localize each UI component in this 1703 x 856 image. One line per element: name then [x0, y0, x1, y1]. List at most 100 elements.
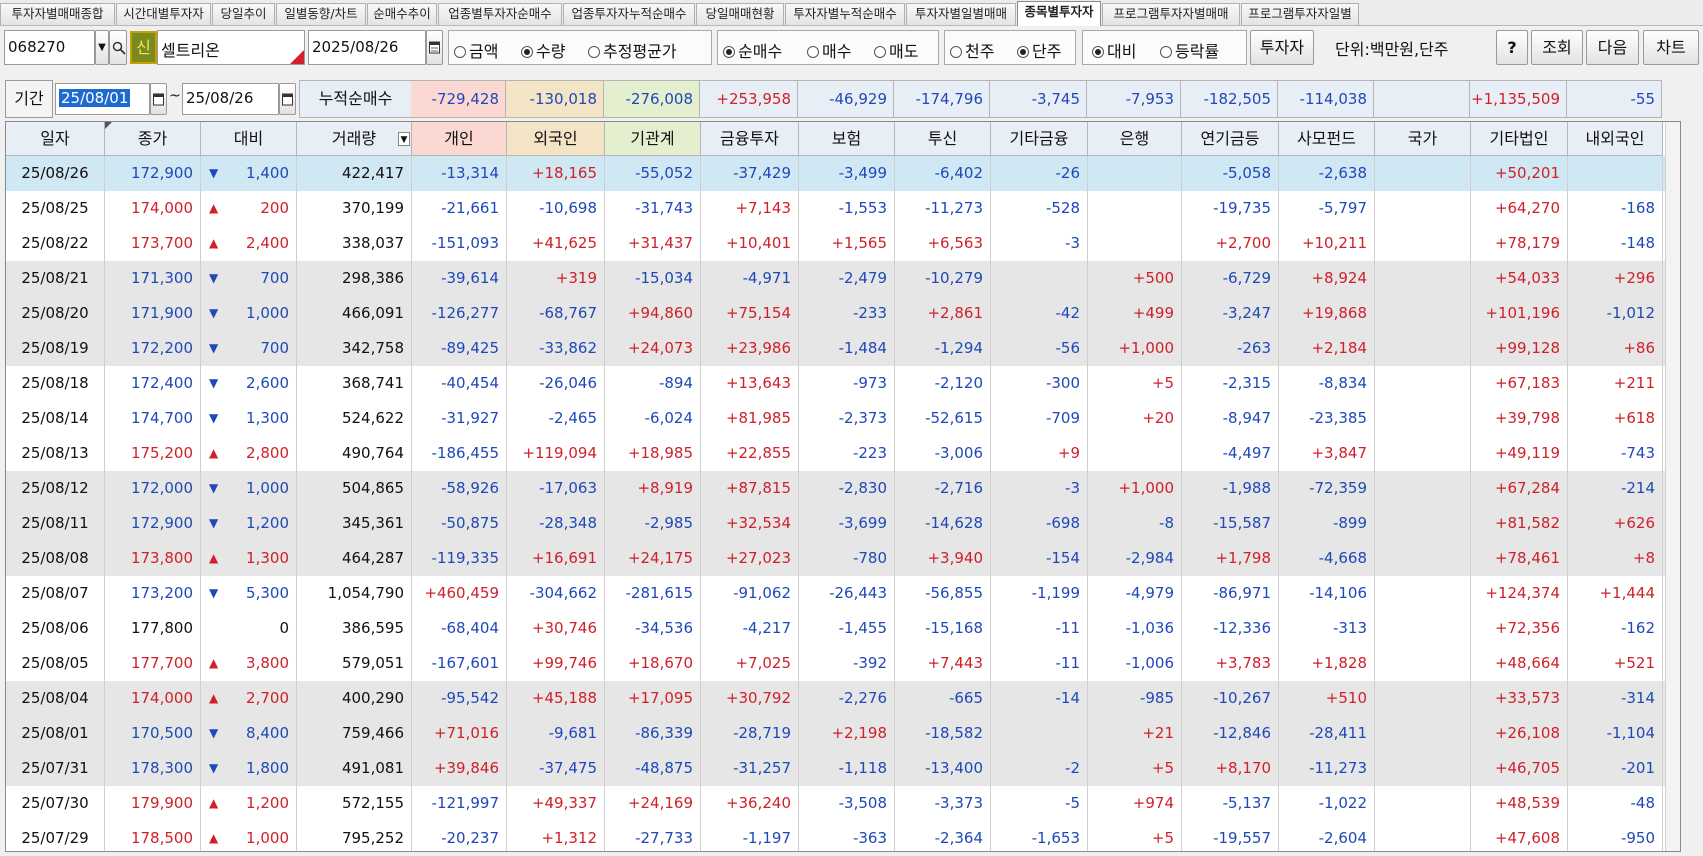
- query-button[interactable]: 조회: [1531, 30, 1583, 65]
- column-header-보험[interactable]: 보험: [799, 122, 895, 156]
- tab-8[interactable]: 투자자별누적순매수: [785, 3, 905, 25]
- cell-연기금등: -5,137: [1182, 786, 1279, 821]
- cell-value: -26,046: [539, 374, 597, 392]
- cell-value: +48,664: [1494, 654, 1560, 672]
- column-header-대비[interactable]: 대비: [201, 122, 297, 156]
- triangle-up-icon: ▲: [209, 831, 219, 845]
- trade-mode-option-0[interactable]: 순매수: [723, 38, 782, 62]
- amount-mode-option-0[interactable]: 금액: [454, 38, 498, 62]
- date-input[interactable]: 2025/08/26: [308, 30, 426, 65]
- new-badge[interactable]: 신: [130, 31, 157, 64]
- table-row[interactable]: 25/08/07 173,200 ▼ 5,300 1,054,790 +460,459 -3…: [6, 576, 1680, 611]
- column-header-개인[interactable]: 개인: [412, 122, 507, 156]
- amount-mode-option-1[interactable]: 수량: [521, 38, 565, 62]
- tab-10[interactable]: 종목별투자자: [1017, 1, 1101, 26]
- table-row[interactable]: 25/08/26 172,900 ▼ 1,400 422,417 -13,314 +18,1…: [6, 156, 1680, 191]
- table-row[interactable]: 25/08/25 174,000 ▲ 200 370,199 -21,661 -10,698…: [6, 191, 1680, 226]
- unit-mode-option-1[interactable]: 단주: [1017, 38, 1061, 62]
- period-from-input[interactable]: 25/08/01: [55, 83, 150, 115]
- table-row[interactable]: 25/08/20 171,900 ▼ 1,000 466,091 -126,277 -68,…: [6, 296, 1680, 331]
- trade-mode-option-2[interactable]: 매도: [874, 38, 918, 62]
- cell-value: -2,373: [838, 409, 887, 427]
- period-to-calendar-button[interactable]: [279, 83, 296, 115]
- table-row[interactable]: 25/07/30 179,900 ▲ 1,200 572,155 -121,997 +49,…: [6, 786, 1680, 821]
- tab-5[interactable]: 업종별투자자순매수: [438, 3, 562, 25]
- cumulative-value-은행: -7,953: [1087, 80, 1181, 118]
- tab-4[interactable]: 순매수추이: [367, 3, 437, 25]
- tab-3[interactable]: 일별동향/차트: [276, 3, 366, 25]
- vertical-scrollbar[interactable]: [1665, 122, 1680, 851]
- cell-value: -12,336: [1213, 619, 1271, 637]
- table-row[interactable]: 25/08/18 172,400 ▼ 2,600 368,741 -40,454 -26,0…: [6, 366, 1680, 401]
- cell-value: -2,604: [1318, 829, 1367, 847]
- tab-6[interactable]: 업종투자자누적순매수: [563, 3, 695, 25]
- tab-11[interactable]: 프로그램투자자별매매: [1102, 3, 1240, 25]
- table-row[interactable]: 25/08/14 174,700 ▼ 1,300 524,622 -31,927 -2,46…: [6, 401, 1680, 436]
- compare-mode-option-0[interactable]: 대비: [1092, 38, 1136, 62]
- cell-일자: 25/08/21: [6, 261, 105, 296]
- sort-dropdown-icon[interactable]: ▼: [398, 132, 410, 146]
- cell-value: 700: [260, 339, 289, 357]
- search-stock-button[interactable]: [109, 30, 127, 65]
- table-row[interactable]: 25/08/06 177,800 0 386,595 -68,404 +30,746 -34…: [6, 611, 1680, 646]
- cell-기타금융: -709: [991, 401, 1088, 436]
- compare-mode-option-1[interactable]: 등락률: [1160, 38, 1219, 62]
- column-header-기관계[interactable]: 기관계: [605, 122, 701, 156]
- table-row[interactable]: 25/08/04 174,000 ▲ 2,700 400,290 -95,542 +45,1…: [6, 681, 1680, 716]
- help-button[interactable]: ?: [1496, 30, 1528, 65]
- column-header-연기금등[interactable]: 연기금등: [1182, 122, 1279, 156]
- table-row[interactable]: 25/08/21 171,300 ▼ 700 298,386 -39,614 +319 -15…: [6, 261, 1680, 296]
- column-header-일자[interactable]: 일자: [6, 122, 105, 156]
- table-row[interactable]: 25/08/12 172,000 ▼ 1,000 504,865 -58,926 -17,0…: [6, 471, 1680, 506]
- investor-button[interactable]: 투자자: [1250, 30, 1314, 65]
- column-header-금융투자[interactable]: 금융투자: [701, 122, 799, 156]
- tab-1[interactable]: 시간대별투자자: [116, 3, 211, 25]
- table-row[interactable]: 25/08/22 173,700 ▲ 2,400 338,037 -151,093 +41,…: [6, 226, 1680, 261]
- column-header-외국인[interactable]: 외국인: [507, 122, 605, 156]
- cell-개인: -89,425: [412, 331, 507, 366]
- tab-9[interactable]: 투자자별일별매매: [906, 3, 1016, 25]
- table-row[interactable]: 25/08/08 173,800 ▲ 1,300 464,287 -119,335 +16,…: [6, 541, 1680, 576]
- trade-mode-option-1[interactable]: 매수: [807, 38, 851, 62]
- cell-일자: 25/08/05: [6, 646, 105, 681]
- unit-mode-option-0[interactable]: 천주: [950, 38, 994, 62]
- cell-개인: -21,661: [412, 191, 507, 226]
- table-row[interactable]: 25/07/29 178,500 ▲ 1,000 795,252 -20,237 +1,31…: [6, 821, 1680, 851]
- table-row[interactable]: 25/08/13 175,200 ▲ 2,800 490,764 -186,455 +119…: [6, 436, 1680, 471]
- tab-0[interactable]: 투자자별매매종합: [0, 3, 115, 25]
- cell-대비: ▲ 1,300: [201, 541, 297, 576]
- table-row[interactable]: 25/08/11 172,900 ▼ 1,200 345,361 -50,875 -28,3…: [6, 506, 1680, 541]
- table-row[interactable]: 25/08/05 177,700 ▲ 3,800 579,051 -167,601 +99,…: [6, 646, 1680, 681]
- cell-사모펀드: -4,668: [1279, 541, 1375, 576]
- column-header-투신[interactable]: 투신: [895, 122, 991, 156]
- date-calendar-button[interactable]: [426, 30, 443, 65]
- column-header-기타금융[interactable]: 기타금융: [991, 122, 1088, 156]
- period-from-calendar-button[interactable]: [150, 83, 167, 115]
- cell-value: -899: [1332, 514, 1367, 532]
- table-row[interactable]: 25/08/01 170,500 ▼ 8,400 759,466 +71,016 -9,68…: [6, 716, 1680, 751]
- stock-code-dropdown-button[interactable]: ▼: [95, 30, 109, 65]
- cell-일자: 25/08/25: [6, 191, 105, 226]
- column-header-사모펀드[interactable]: 사모펀드: [1279, 122, 1375, 156]
- cell-기타법인: +26,108: [1471, 716, 1568, 751]
- table-row[interactable]: 25/08/19 172,200 ▼ 700 342,758 -89,425 -33,862…: [6, 331, 1680, 366]
- column-header-국가[interactable]: 국가: [1375, 122, 1471, 156]
- stock-name-field[interactable]: 셀트리온: [157, 30, 305, 65]
- cell-금융투자: +7,025: [701, 646, 799, 681]
- tab-12[interactable]: 프로그램투자자일별: [1241, 3, 1359, 25]
- investor-trading-table[interactable]: 일자 종가 대비 거래량 ▼ 개인 외국인 기관계 금융투자 보험 투신 기타금융 은행 연기금등 사모펀드…: [5, 121, 1681, 852]
- column-header-내외국인[interactable]: 내외국인: [1568, 122, 1663, 156]
- stock-code-input[interactable]: 068270: [4, 30, 95, 65]
- period-to-input[interactable]: 25/08/26: [182, 83, 279, 115]
- tab-7[interactable]: 당일매매현황: [696, 3, 784, 25]
- amount-mode-option-2[interactable]: 추정평균가: [588, 38, 677, 62]
- table-row[interactable]: 25/07/31 178,300 ▼ 1,800 491,081 +39,846 -37,4…: [6, 751, 1680, 786]
- column-header-거래량[interactable]: 거래량 ▼: [297, 122, 412, 156]
- next-button[interactable]: 다음: [1586, 30, 1639, 65]
- tab-2[interactable]: 당일추이: [212, 3, 275, 25]
- column-header-기타법인[interactable]: 기타법인: [1471, 122, 1568, 156]
- cell-value: 173,700: [130, 234, 193, 252]
- chart-button[interactable]: 차트: [1643, 30, 1699, 65]
- column-header-종가[interactable]: 종가: [105, 122, 201, 156]
- column-header-은행[interactable]: 은행: [1088, 122, 1182, 156]
